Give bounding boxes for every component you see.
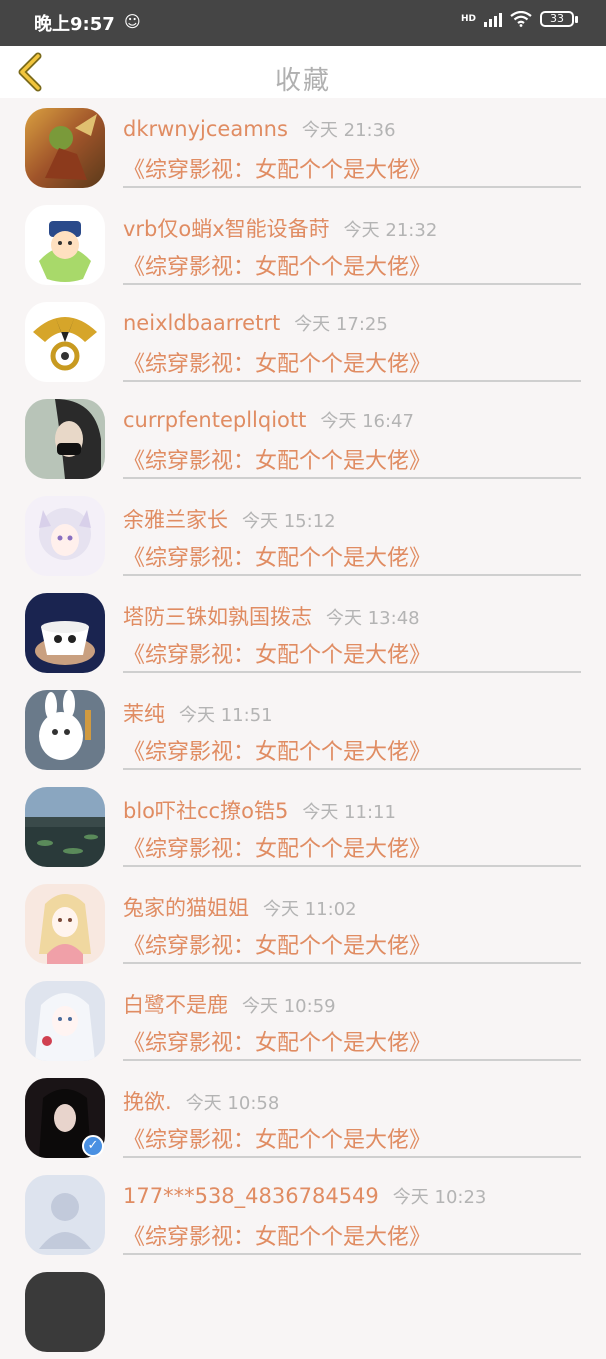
list-item[interactable] bbox=[0, 1262, 606, 1359]
username-text: 挽欲. bbox=[123, 1090, 172, 1114]
username[interactable]: 兔家的猫姐姐 今天 11:02 bbox=[123, 892, 357, 922]
timestamp: 今天 11:51 bbox=[179, 705, 273, 726]
list-item[interactable]: 177***538_4836784549 今天 10:23 《综穿影视：女配个个是… bbox=[0, 1165, 606, 1262]
avatar[interactable] bbox=[25, 1175, 105, 1255]
battery-icon: 33 bbox=[540, 11, 578, 27]
divider bbox=[123, 1253, 581, 1255]
timestamp: 今天 16:47 bbox=[320, 411, 414, 432]
list-item[interactable]: 茉纯 今天 11:51 《综穿影视：女配个个是大佬》 bbox=[0, 680, 606, 777]
timestamp: 今天 13:48 bbox=[326, 608, 420, 629]
divider bbox=[123, 477, 581, 479]
nav-bar: 收藏 bbox=[0, 46, 606, 98]
avatar[interactable] bbox=[25, 302, 105, 382]
list-item[interactable]: neixldbaarretrt 今天 17:25 《综穿影视：女配个个是大佬》 bbox=[0, 292, 606, 389]
work-title[interactable]: 《综穿影视：女配个个是大佬》 bbox=[123, 346, 431, 378]
avatar[interactable] bbox=[25, 884, 105, 964]
divider bbox=[123, 1059, 581, 1061]
avatar[interactable] bbox=[25, 1272, 105, 1352]
avatar[interactable] bbox=[25, 593, 105, 673]
avatar[interactable] bbox=[25, 205, 105, 285]
username[interactable]: blo吓社cc撩o锆5 今天 11:11 bbox=[123, 795, 396, 825]
list-item[interactable]: currpfentepllqiott 今天 16:47 《综穿影视：女配个个是大佬… bbox=[0, 389, 606, 486]
list-item[interactable]: vrb仅o蛸x智能设备莳 今天 21:32 《综穿影视：女配个个是大佬》 bbox=[0, 195, 606, 292]
verified-badge-icon: ✓ bbox=[82, 1135, 104, 1157]
divider bbox=[123, 865, 581, 867]
timestamp: 今天 21:36 bbox=[301, 120, 396, 141]
timestamp: 今天 10:23 bbox=[392, 1187, 487, 1208]
page-title: 收藏 bbox=[274, 66, 331, 96]
timestamp: 今天 17:25 bbox=[294, 314, 388, 335]
status-time: 晚上9:57 bbox=[34, 14, 115, 35]
list-item[interactable]: 白鹭不是鹿 今天 10:59 《综穿影视：女配个个是大佬》 bbox=[0, 971, 606, 1068]
divider bbox=[123, 768, 581, 770]
work-title[interactable]: 《综穿影视：女配个个是大佬》 bbox=[123, 831, 431, 863]
battery-level: 33 bbox=[540, 11, 574, 27]
work-title[interactable]: 《综穿影视：女配个个是大佬》 bbox=[123, 152, 431, 184]
username[interactable]: currpfentepllqiott 今天 16:47 bbox=[123, 407, 414, 433]
username-text: 兔家的猫姐姐 bbox=[123, 896, 249, 920]
username-text: 177***538_4836784549 bbox=[123, 1184, 379, 1208]
divider bbox=[123, 380, 581, 382]
username-text: 余雅兰家长 bbox=[123, 508, 228, 532]
username[interactable]: 177***538_4836784549 今天 10:23 bbox=[123, 1183, 486, 1209]
username-text: 塔防三铢如孰国拨志 bbox=[123, 605, 312, 629]
work-title[interactable]: 《综穿影视：女配个个是大佬》 bbox=[123, 1122, 431, 1154]
username[interactable]: 茉纯 今天 11:51 bbox=[123, 698, 273, 728]
username[interactable]: 余雅兰家长 今天 15:12 bbox=[123, 504, 336, 534]
avatar[interactable] bbox=[25, 496, 105, 576]
work-title[interactable]: 《综穿影视：女配个个是大佬》 bbox=[123, 637, 431, 669]
signal-icon bbox=[484, 11, 502, 27]
avatar[interactable] bbox=[25, 399, 105, 479]
divider bbox=[123, 186, 581, 188]
timestamp: 今天 10:59 bbox=[242, 996, 336, 1017]
wifi-icon bbox=[510, 11, 532, 27]
avatar[interactable] bbox=[25, 787, 105, 867]
username-text: 茉纯 bbox=[123, 702, 165, 726]
username[interactable]: neixldbaarretrt 今天 17:25 bbox=[123, 310, 388, 336]
username[interactable]: 白鹭不是鹿 今天 10:59 bbox=[123, 989, 336, 1019]
timestamp: 今天 11:02 bbox=[263, 899, 357, 920]
timestamp: 今天 10:58 bbox=[185, 1093, 280, 1114]
avatar[interactable] bbox=[25, 981, 105, 1061]
username-text: dkrwnyjceamns bbox=[123, 117, 288, 141]
favorites-list: dkrwnyjceamns 今天 21:36 《综穿影视：女配个个是大佬》 vrb… bbox=[0, 98, 606, 1359]
work-title[interactable]: 《综穿影视：女配个个是大佬》 bbox=[123, 1219, 431, 1251]
list-item[interactable]: ✓ 挽欲. 今天 10:58 《综穿影视：女配个个是大佬》 bbox=[0, 1068, 606, 1165]
username-text: vrb仅o蛸x智能设备莳 bbox=[123, 217, 330, 241]
status-icons: HD 33 bbox=[461, 11, 578, 27]
work-title[interactable]: 《综穿影视：女配个个是大佬》 bbox=[123, 1025, 431, 1057]
username[interactable]: vrb仅o蛸x智能设备莳 今天 21:32 bbox=[123, 213, 437, 243]
work-title[interactable]: 《综穿影视：女配个个是大佬》 bbox=[123, 734, 431, 766]
divider bbox=[123, 574, 581, 576]
username-text: neixldbaarretrt bbox=[123, 311, 281, 335]
list-item[interactable]: dkrwnyjceamns 今天 21:36 《综穿影视：女配个个是大佬》 bbox=[0, 98, 606, 195]
list-item[interactable]: 塔防三铢如孰国拨志 今天 13:48 《综穿影视：女配个个是大佬》 bbox=[0, 583, 606, 680]
divider bbox=[123, 283, 581, 285]
divider bbox=[123, 1156, 581, 1158]
list-item[interactable]: blo吓社cc撩o锆5 今天 11:11 《综穿影视：女配个个是大佬》 bbox=[0, 777, 606, 874]
username-text: currpfentepllqiott bbox=[123, 408, 307, 432]
username[interactable]: 挽欲. 今天 10:58 bbox=[123, 1086, 279, 1116]
divider bbox=[123, 671, 581, 673]
username-text: 白鹭不是鹿 bbox=[123, 993, 228, 1017]
username[interactable]: dkrwnyjceamns 今天 21:36 bbox=[123, 116, 396, 142]
list-item[interactable]: 余雅兰家长 今天 15:12 《综穿影视：女配个个是大佬》 bbox=[0, 486, 606, 583]
network-type-label: HD bbox=[460, 14, 476, 24]
avatar[interactable] bbox=[25, 690, 105, 770]
avatar[interactable] bbox=[25, 108, 105, 188]
work-title[interactable]: 《综穿影视：女配个个是大佬》 bbox=[123, 928, 431, 960]
work-title[interactable]: 《综穿影视：女配个个是大佬》 bbox=[123, 249, 431, 281]
timestamp: 今天 15:12 bbox=[242, 511, 336, 532]
username[interactable]: 塔防三铢如孰国拨志 今天 13:48 bbox=[123, 601, 420, 631]
list-item[interactable]: 兔家的猫姐姐 今天 11:02 《综穿影视：女配个个是大佬》 bbox=[0, 874, 606, 971]
notification-icon: ☺ bbox=[124, 12, 141, 31]
status-bar: 晚上9:57 ☺ HD 33 bbox=[0, 0, 606, 46]
work-title[interactable]: 《综穿影视：女配个个是大佬》 bbox=[123, 443, 431, 475]
divider bbox=[123, 962, 581, 964]
timestamp: 今天 21:32 bbox=[343, 220, 438, 241]
username-text: blo吓社cc撩o锆5 bbox=[123, 799, 289, 823]
timestamp: 今天 11:11 bbox=[302, 802, 396, 823]
work-title[interactable]: 《综穿影视：女配个个是大佬》 bbox=[123, 540, 431, 572]
